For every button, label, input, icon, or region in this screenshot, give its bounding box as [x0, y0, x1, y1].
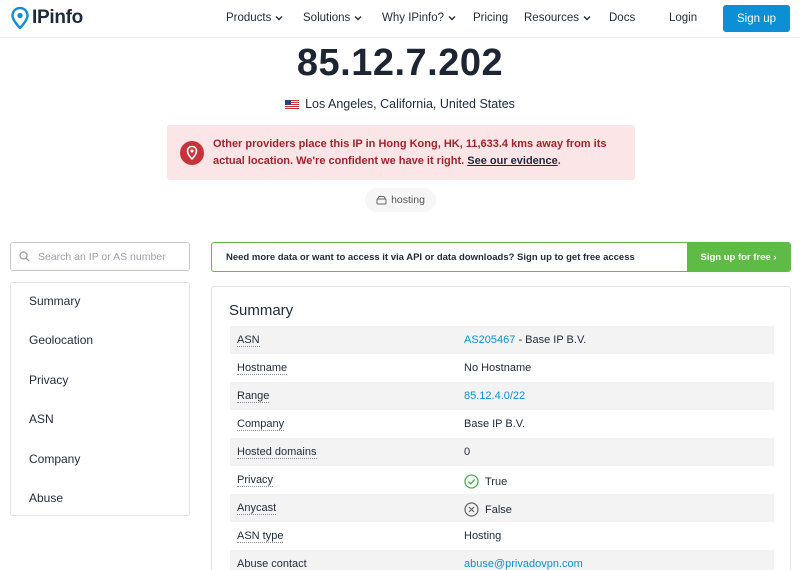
row-value: 0: [464, 446, 471, 458]
row-value: No Hostname: [464, 362, 532, 374]
table-row: Hostname No Hostname: [230, 354, 774, 382]
signup-button[interactable]: Sign up: [723, 5, 790, 32]
table-row: Company Base IP B.V.: [230, 410, 774, 438]
ip-search-box: [10, 242, 190, 271]
nav-products[interactable]: Products: [226, 12, 283, 24]
hosting-tag-label: hosting: [391, 194, 425, 206]
logo-text: IPinfo: [32, 7, 83, 28]
row-label: Hostname: [237, 362, 288, 375]
range-link[interactable]: 85.12.4.0/22: [464, 390, 525, 402]
summary-card: Summary ASN AS205467 - Base IP B.V. Host…: [211, 286, 791, 570]
sidebar-item-abuse[interactable]: Abuse: [29, 491, 63, 505]
row-label: Company: [237, 418, 285, 431]
chevron-down-icon: [448, 16, 456, 21]
row-value: False: [464, 502, 512, 517]
row-label: ASN type: [237, 530, 284, 543]
search-icon: [19, 251, 30, 262]
ipinfo-logo[interactable]: IPinfo: [11, 7, 83, 29]
alert-suffix: .: [557, 155, 561, 167]
sidebar-nav: Summary Geolocation Privacy ASN Company …: [10, 282, 190, 516]
row-value: AS205467 - Base IP B.V.: [464, 334, 586, 346]
banner-text: Need more data or want to access it via …: [226, 252, 635, 263]
nav-pricing-label: Pricing: [473, 12, 509, 24]
nav-resources-label: Resources: [524, 12, 579, 24]
sidebar-item-summary[interactable]: Summary: [29, 294, 80, 308]
nav-why-ipinfo[interactable]: Why IPinfo?: [382, 12, 456, 24]
nav-pricing[interactable]: Pricing: [473, 12, 508, 24]
row-value: abuse@privadovpn.com: [464, 558, 583, 570]
location-discrepancy-alert: Other providers place this IP in Hong Ko…: [167, 125, 635, 180]
login-link[interactable]: Login: [669, 12, 697, 24]
server-icon: [376, 196, 387, 205]
location-line: Los Angeles, California, United States: [0, 97, 800, 111]
nav-resources[interactable]: Resources: [524, 12, 591, 24]
summary-title: Summary: [229, 302, 294, 319]
anycast-value: False: [485, 503, 512, 516]
row-value: Hosting: [464, 530, 502, 542]
row-label: ASN: [237, 334, 260, 347]
hosting-tag: hosting: [365, 188, 436, 212]
table-row: Anycast False: [230, 494, 774, 522]
ip-address-title: 85.12.7.202: [296, 42, 504, 84]
check-circle-icon: [464, 474, 479, 489]
nav-products-label: Products: [226, 12, 272, 24]
alert-text: Other providers place this IP in Hong Ko…: [213, 136, 623, 170]
chevron-down-icon: [583, 16, 591, 21]
sidebar-item-asn[interactable]: ASN: [29, 412, 54, 426]
row-value: 85.12.4.0/22: [464, 390, 525, 402]
table-row: Range 85.12.4.0/22: [230, 382, 774, 410]
chevron-down-icon: [354, 16, 362, 21]
sidebar-item-company[interactable]: Company: [29, 452, 80, 466]
top-navbar: IPinfo Products Solutions Why IPinfo? Pr…: [0, 0, 800, 38]
asn-link[interactable]: AS205467: [464, 334, 515, 346]
location-pin-icon: [11, 7, 29, 29]
row-label: Hosted domains: [237, 446, 317, 459]
nav-solutions-label: Solutions: [303, 12, 351, 24]
asn-name: - Base IP B.V.: [515, 334, 587, 346]
table-row: ASN type Hosting: [230, 522, 774, 550]
signup-banner: Need more data or want to access it via …: [211, 242, 791, 272]
x-circle-icon: [464, 502, 479, 517]
abuse-contact-link[interactable]: abuse@privadovpn.com: [464, 558, 583, 570]
row-label: Privacy: [237, 474, 274, 487]
table-row: Privacy True: [230, 466, 774, 494]
us-flag-icon: [285, 99, 300, 109]
table-row: Hosted domains 0: [230, 438, 774, 466]
nav-why-ipinfo-label: Why IPinfo?: [382, 12, 444, 24]
location-text: Los Angeles, California, United States: [305, 97, 515, 111]
signup-free-button[interactable]: Sign up for free ›: [687, 243, 790, 271]
see-evidence-link[interactable]: See our evidence: [467, 155, 558, 167]
chevron-down-icon: [275, 16, 283, 21]
sidebar-item-privacy[interactable]: Privacy: [29, 373, 68, 387]
table-row: ASN AS205467 - Base IP B.V.: [230, 326, 774, 354]
map-pin-icon: [180, 141, 204, 165]
privacy-value: True: [485, 475, 508, 488]
row-label: Range: [237, 390, 270, 403]
table-row: Abuse contact abuse@privadovpn.com: [230, 550, 774, 570]
row-label: Abuse contact: [237, 558, 307, 570]
nav-solutions[interactable]: Solutions: [303, 12, 362, 24]
row-value: Base IP B.V.: [464, 418, 526, 430]
row-value: True: [464, 474, 507, 489]
search-input[interactable]: [38, 250, 183, 263]
nav-docs[interactable]: Docs: [609, 12, 635, 24]
nav-docs-label: Docs: [609, 12, 636, 24]
sidebar-item-geolocation[interactable]: Geolocation: [29, 333, 93, 347]
row-label: Anycast: [237, 502, 277, 515]
